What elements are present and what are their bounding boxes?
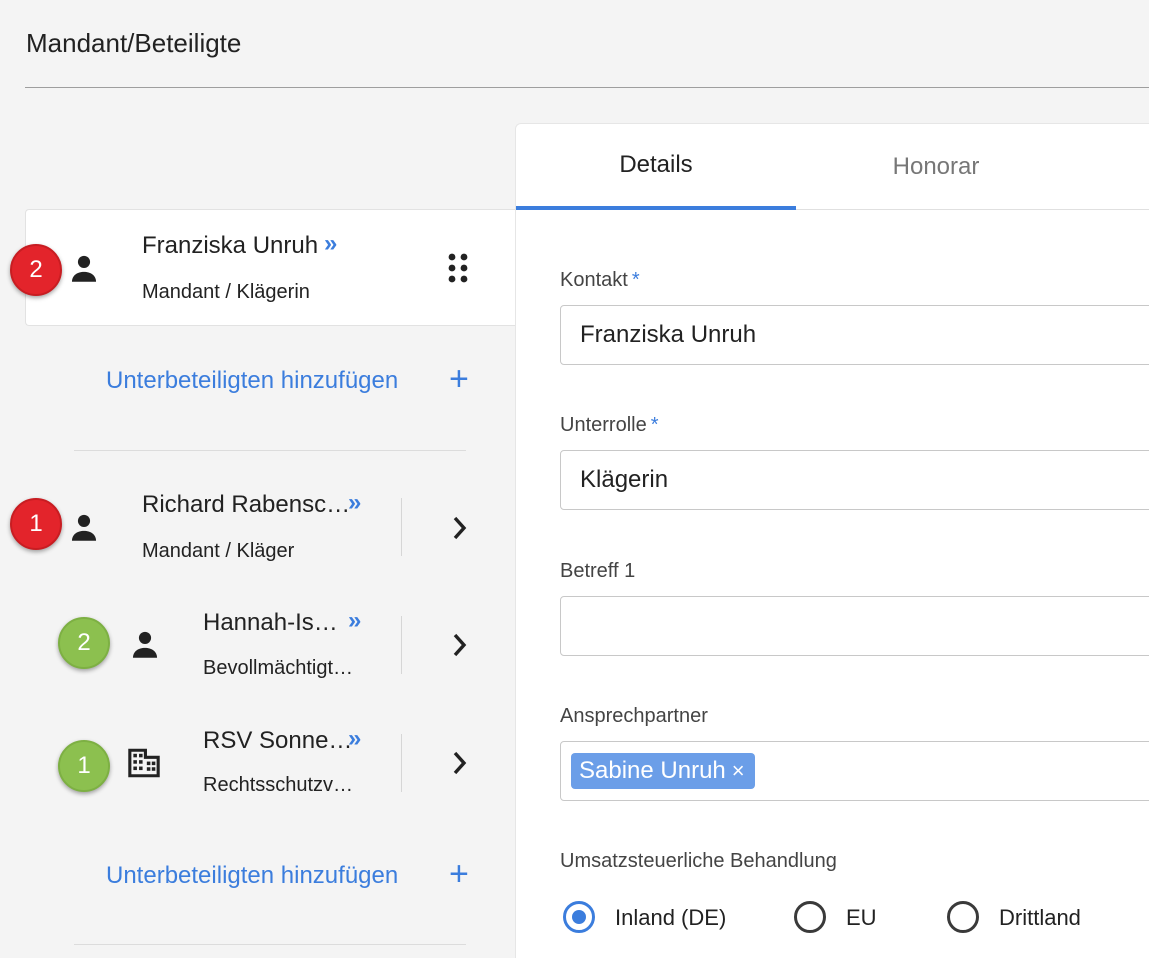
person-icon bbox=[132, 631, 158, 658]
tab-honorar[interactable]: Honorar bbox=[796, 124, 1076, 210]
betreff1-label: Betreff 1 bbox=[560, 560, 636, 582]
add-sub-participant-button[interactable]: + bbox=[449, 362, 469, 396]
contact-chip: Sabine Unruh × bbox=[571, 753, 755, 789]
radio-drittland-label[interactable]: Drittland bbox=[999, 905, 1081, 931]
participant-role: Rechtsschutzv… bbox=[203, 774, 354, 796]
participant-name[interactable]: RSV Sonne… bbox=[203, 727, 352, 755]
radio-eu[interactable] bbox=[794, 901, 826, 933]
person-icon bbox=[71, 255, 97, 282]
betreff1-field[interactable] bbox=[560, 596, 1149, 656]
chevron-right-icon[interactable] bbox=[448, 748, 472, 778]
unterrolle-label: Unterrolle * bbox=[560, 414, 659, 436]
building-icon bbox=[128, 748, 160, 778]
ansprechpartner-field[interactable]: Sabine Unruh × bbox=[560, 741, 1149, 801]
chip-label: Sabine Unruh bbox=[579, 757, 726, 784]
kontakt-value: Franziska Unruh bbox=[580, 321, 757, 348]
count-badge: 2 bbox=[10, 244, 62, 296]
count-badge: 1 bbox=[58, 740, 110, 792]
unterrolle-field[interactable]: Klägerin bbox=[560, 450, 1149, 510]
chevron-right-icon[interactable] bbox=[448, 513, 472, 543]
count-badge: 1 bbox=[10, 498, 62, 550]
participant-name[interactable]: Hannah-Is… bbox=[203, 609, 338, 637]
divider bbox=[74, 450, 466, 451]
radio-inland[interactable] bbox=[563, 901, 595, 933]
divider bbox=[74, 944, 466, 945]
participant-role: Mandant / Klägerin bbox=[142, 281, 310, 303]
radio-inland-label[interactable]: Inland (DE) bbox=[615, 905, 726, 931]
participant-role: Mandant / Kläger bbox=[142, 540, 295, 562]
radio-eu-label[interactable]: EU bbox=[846, 905, 877, 931]
chip-remove-icon[interactable]: × bbox=[732, 758, 745, 784]
page-title: Mandant/Beteiligte bbox=[26, 28, 242, 58]
header-divider bbox=[25, 87, 1149, 88]
ansprechpartner-label: Ansprechpartner bbox=[560, 705, 708, 727]
unterrolle-value: Klägerin bbox=[580, 466, 669, 493]
divider bbox=[401, 498, 402, 556]
ust-label: Umsatzsteuerliche Behandlung bbox=[560, 850, 837, 872]
participant-role: Bevollmächtigt… bbox=[203, 657, 354, 679]
details-panel: Details Honorar Kontakt * Franziska Unruh… bbox=[515, 123, 1149, 958]
add-sub-participant-button[interactable]: + bbox=[449, 857, 469, 891]
open-contact-link[interactable]: » bbox=[324, 230, 337, 258]
open-contact-link[interactable]: » bbox=[348, 607, 361, 635]
open-contact-link[interactable]: » bbox=[348, 489, 361, 517]
kontakt-label: Kontakt * bbox=[560, 269, 640, 291]
tab-details[interactable]: Details bbox=[516, 124, 796, 210]
add-sub-participant-link[interactable]: Unterbeteiligten hinzufügen bbox=[106, 862, 398, 890]
add-sub-participant-link[interactable]: Unterbeteiligten hinzufügen bbox=[106, 367, 398, 395]
participant-name[interactable]: Franziska Unruh bbox=[142, 232, 318, 260]
divider bbox=[401, 616, 402, 674]
radio-drittland[interactable] bbox=[947, 901, 979, 933]
participant-name[interactable]: Richard Rabensc… bbox=[142, 491, 350, 519]
count-badge: 2 bbox=[58, 617, 110, 669]
divider bbox=[401, 734, 402, 792]
kontakt-field[interactable]: Franziska Unruh bbox=[560, 305, 1149, 365]
page-header: Mandant/Beteiligte bbox=[0, 0, 1149, 88]
person-icon bbox=[71, 514, 97, 541]
tab-bar: Details Honorar bbox=[516, 124, 1149, 210]
drag-handle-icon[interactable] bbox=[447, 252, 469, 286]
chevron-right-icon[interactable] bbox=[448, 630, 472, 660]
open-contact-link[interactable]: » bbox=[348, 725, 361, 753]
